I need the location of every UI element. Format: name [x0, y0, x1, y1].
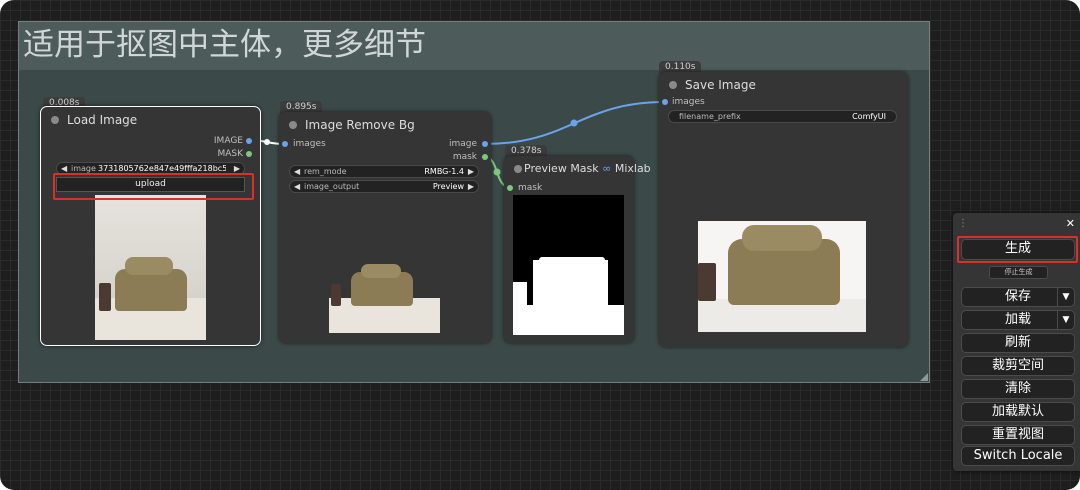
load-image-node[interactable]: Load Image IMAGE MASK ◀ image 3731805762… — [40, 106, 261, 346]
reset-view-button[interactable]: 重置视图 — [961, 425, 1075, 445]
image-output-label: image_output — [304, 182, 360, 191]
removed-bg-preview — [329, 260, 440, 333]
output-slot-image[interactable] — [246, 138, 252, 144]
filename-prefix-value: ComfyUI — [852, 112, 886, 121]
save-dropdown-icon[interactable]: ▼ — [1057, 288, 1074, 306]
load-image-title: Load Image — [67, 113, 138, 127]
output-slot-image[interactable] — [482, 141, 488, 147]
output-label-mask: mask — [452, 152, 477, 162]
rem-mode-widget[interactable]: ◀ rem_mode RMBG-1.4 ▶ — [289, 165, 479, 178]
mixlab-badge: Mixlab — [614, 162, 651, 175]
input-label-mask: mask — [518, 183, 543, 193]
preview-mask-title: Preview Mask ∞ Mixlab — [504, 156, 651, 182]
switch-locale-button[interactable]: Switch Locale — [961, 446, 1075, 466]
load-workflow-button[interactable]: 加载 ▼ — [961, 310, 1075, 330]
save-workflow-label: 保存 — [1004, 289, 1031, 304]
input-slot-mask[interactable] — [507, 185, 513, 191]
mixlab-link-icon: ∞ — [602, 162, 612, 175]
stop-generation-button[interactable]: 停止生成 — [989, 266, 1048, 279]
filename-prefix-label: filename_prefix — [679, 112, 741, 121]
preview-mask-node[interactable]: Preview Mask ∞ Mixlab mask — [504, 156, 651, 343]
input-label-images: images — [293, 139, 326, 149]
image-remove-bg-node[interactable]: Image Remove Bg images image mask ◀ rem_… — [279, 112, 491, 343]
output-label-image: image — [448, 139, 477, 149]
save-image-title: Save Image — [685, 78, 756, 92]
load-dropdown-icon[interactable]: ▼ — [1057, 311, 1074, 329]
right-arrow-icon[interactable]: ▶ — [468, 181, 474, 192]
image-output-value: Preview — [432, 182, 464, 191]
drag-handle-icon[interactable]: ⋮ — [958, 218, 968, 229]
output-label-mask: MASK — [217, 149, 243, 159]
rem-mode-value: RMBG-1.4 — [424, 167, 464, 176]
generate-highlight-box — [957, 236, 1078, 263]
filename-prefix-widget[interactable]: filename_prefix ComfyUI — [668, 110, 897, 123]
workflow-canvas[interactable]: 适用于抠图中主体，更多细节 0.008s Load Image IMAGE MA… — [0, 0, 1080, 490]
mask-preview — [513, 195, 624, 335]
left-arrow-icon[interactable]: ◀ — [294, 166, 300, 177]
preview-mask-title-text: Preview Mask — [524, 162, 599, 175]
right-arrow-icon[interactable]: ▶ — [468, 166, 474, 177]
remove-bg-title: Image Remove Bg — [305, 118, 415, 132]
upload-highlight-box — [53, 173, 254, 200]
load-workflow-label: 加载 — [1004, 312, 1031, 327]
input-slot-images[interactable] — [282, 141, 288, 147]
saved-image-preview — [698, 221, 866, 332]
rem-mode-label: rem_mode — [304, 167, 347, 176]
output-slot-mask[interactable] — [246, 151, 252, 157]
input-label-images: images — [672, 97, 705, 107]
output-slot-mask[interactable] — [482, 154, 488, 160]
input-slot-images[interactable] — [662, 99, 668, 105]
save-image-node[interactable]: Save Image images filename_prefix ComfyU… — [659, 72, 908, 347]
group-title: 适用于抠图中主体，更多细节 — [19, 22, 929, 70]
refresh-button[interactable]: 刷新 — [961, 333, 1075, 353]
clear-button[interactable]: 清除 — [961, 379, 1075, 399]
clipspace-button[interactable]: 裁剪空间 — [961, 356, 1075, 376]
output-label-image: IMAGE — [213, 136, 243, 146]
save-workflow-button[interactable]: 保存 ▼ — [961, 287, 1075, 307]
close-icon[interactable]: ✕ — [1066, 217, 1075, 230]
left-arrow-icon[interactable]: ◀ — [294, 181, 300, 192]
floating-menu[interactable]: ⋮ ✕ 生成 停止生成 保存 ▼ 加载 ▼ 刷新 裁剪空间 清除 加载默认 重置… — [953, 213, 1080, 471]
load-default-button[interactable]: 加载默认 — [961, 402, 1075, 422]
source-image-preview — [95, 195, 206, 340]
group-resize-handle[interactable] — [920, 373, 928, 381]
image-output-widget[interactable]: ◀ image_output Preview ▶ — [289, 180, 479, 193]
